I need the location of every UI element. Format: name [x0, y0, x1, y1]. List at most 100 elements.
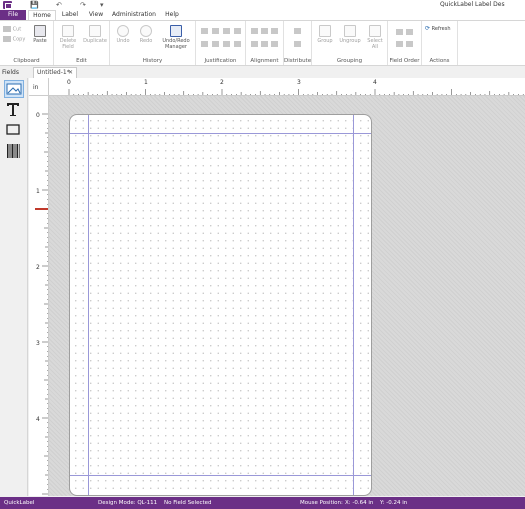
image-field-tool[interactable]	[4, 80, 24, 98]
distribute-vertical-icon[interactable]	[294, 41, 301, 47]
justify-bottom-icon[interactable]	[201, 41, 208, 47]
fields-panel-header: Fields	[0, 67, 28, 78]
justify-top-icon[interactable]	[234, 28, 241, 34]
send-backward-icon[interactable]	[396, 41, 403, 47]
undo-redo-manager-button[interactable]: Undo/Redo Manager	[158, 25, 194, 50]
quick-save-icon[interactable]: 💾	[30, 0, 39, 10]
bring-to-front-icon[interactable]	[406, 29, 413, 35]
duplicate-label: Duplicate	[83, 38, 107, 44]
scissors-icon	[3, 26, 11, 32]
align-center-icon[interactable]	[261, 28, 268, 34]
tab-home[interactable]: Home	[28, 10, 56, 20]
ruler-unit[interactable]: in	[33, 84, 38, 91]
cut-label: Cut	[12, 26, 22, 33]
undo-label: Undo	[116, 38, 130, 44]
design-canvas[interactable]	[49, 96, 525, 496]
delete-field-button[interactable]: Delete Field	[57, 25, 79, 50]
justify-fill-icon[interactable]	[223, 41, 230, 47]
undo-button[interactable]: Undo	[113, 25, 133, 44]
delete-field-label: Delete Field	[59, 38, 77, 50]
status-mouse-y: Y: -0.24 in	[380, 500, 408, 506]
vertical-ruler[interactable]: 0 1 2 3 4	[29, 96, 49, 496]
hruler-number: 4	[373, 79, 377, 86]
ruler-corner: in	[29, 78, 51, 96]
group-justification: Justification	[196, 21, 246, 65]
select-all-icon	[369, 25, 381, 37]
align-right-icon[interactable]	[271, 28, 278, 34]
hruler-number: 1	[144, 79, 148, 86]
copy-button[interactable]: Copy	[3, 36, 25, 43]
horizontal-ruler[interactable]: 0 1 2 3 4	[49, 78, 525, 96]
send-to-back-icon[interactable]	[406, 41, 413, 47]
image-icon	[6, 83, 22, 95]
quick-undo-icon[interactable]: ↶	[56, 0, 62, 10]
tab-view[interactable]: View	[84, 10, 108, 20]
window-title: QuickLabel Label Des	[440, 1, 505, 8]
align-left-icon[interactable]	[251, 28, 258, 34]
undo-redo-manager-label: Undo/Redo Manager	[162, 38, 190, 50]
group-label-alignment: Alignment	[250, 58, 279, 64]
refresh-button[interactable]: ⟳ Refresh	[425, 25, 451, 33]
redo-button[interactable]: Redo	[136, 25, 156, 44]
fields-panel	[0, 78, 28, 496]
quick-access-customize-icon[interactable]: ▾	[100, 0, 104, 10]
tab-file[interactable]: File	[0, 10, 26, 20]
hruler-number: 2	[220, 79, 224, 86]
group-edit: Delete Field Duplicate Edit	[54, 21, 110, 65]
rectangle-field-tool[interactable]	[4, 122, 24, 140]
duplicate-button[interactable]: Duplicate	[82, 25, 108, 44]
select-all-button[interactable]: Select All	[365, 25, 385, 50]
barcode-field-tool[interactable]	[4, 142, 24, 160]
justify-middle-icon[interactable]	[212, 41, 219, 47]
close-icon[interactable]: ✕	[68, 68, 73, 78]
status-bar: QuickLabel Design Mode: QL-111 No Field …	[0, 497, 525, 509]
barcode-icon	[7, 144, 20, 158]
vruler-number: 2	[36, 264, 40, 271]
vertical-ruler-ticks	[42, 113, 48, 495]
ungroup-button[interactable]: Ungroup	[338, 25, 362, 44]
ungroup-icon	[344, 25, 356, 37]
group-button[interactable]: Group	[315, 25, 335, 44]
ribbon: Cut Copy Paste Clipboard Delete Field Du…	[0, 20, 525, 66]
quick-redo-icon[interactable]: ↷	[80, 0, 86, 10]
paste-button[interactable]: Paste	[30, 25, 50, 44]
app-logo-icon	[3, 1, 12, 9]
group-label-clipboard: Clipboard	[13, 58, 40, 64]
justify-distribute-icon[interactable]	[234, 41, 241, 47]
status-selection: No Field Selected	[164, 500, 212, 506]
cut-button[interactable]: Cut	[3, 26, 21, 33]
refresh-icon: ⟳	[425, 25, 431, 32]
label-surface[interactable]	[69, 114, 372, 496]
hruler-number: 3	[297, 79, 301, 86]
distribute-horizontal-icon[interactable]	[294, 28, 301, 34]
tab-help[interactable]: Help	[162, 10, 182, 20]
align-middle-icon[interactable]	[261, 41, 268, 47]
tab-label[interactable]: Label	[58, 10, 82, 20]
group-icon	[319, 25, 331, 37]
justify-right-icon[interactable]	[223, 28, 230, 34]
group-actions: ⟳ Refresh Actions	[422, 21, 458, 65]
copy-icon	[3, 36, 11, 42]
group-label-field-order: Field Order	[389, 58, 420, 64]
paste-icon	[34, 25, 46, 37]
status-design-mode: Design Mode: QL-111	[98, 500, 158, 506]
ungroup-label: Ungroup	[339, 38, 361, 44]
justify-center-icon[interactable]	[212, 28, 219, 34]
tab-administration[interactable]: Administration	[110, 10, 158, 20]
justify-left-icon[interactable]	[201, 28, 208, 34]
group-label-actions: Actions	[429, 58, 450, 64]
group-label-history: History	[142, 58, 163, 64]
document-tab[interactable]: Untitled-1* ✕	[33, 67, 77, 78]
vruler-number: 0	[36, 112, 40, 119]
margin-guide-left	[88, 115, 89, 495]
group-label-edit: Edit	[76, 58, 87, 64]
redo-icon	[140, 25, 152, 37]
group-label-justification: Justification	[204, 58, 237, 64]
text-field-tool[interactable]	[4, 100, 24, 118]
bring-forward-icon[interactable]	[396, 29, 403, 35]
align-bottom-icon[interactable]	[271, 41, 278, 47]
margin-guide-right	[353, 115, 354, 495]
horizontal-ruler-ticks	[68, 89, 524, 95]
align-top-icon[interactable]	[251, 41, 258, 47]
copy-label: Copy	[12, 36, 26, 43]
